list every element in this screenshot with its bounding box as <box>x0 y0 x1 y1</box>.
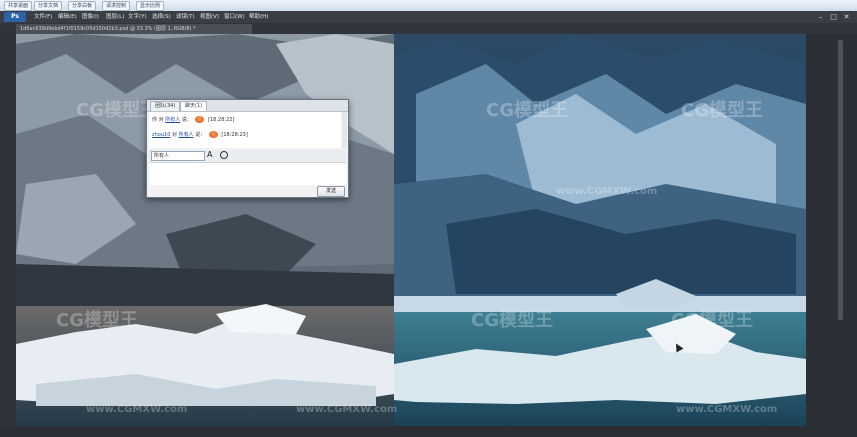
vertical-scrollbar[interactable] <box>838 40 843 320</box>
maximize-icon[interactable]: □ <box>829 13 838 21</box>
emoji-icon <box>208 131 218 138</box>
emoticon-icon[interactable] <box>220 151 228 159</box>
share-desktop-button[interactable]: 共享桌面 <box>4 1 33 11</box>
document-tab[interactable]: 1d6ac638d9ebd4f1f0159c05d150d2b3.psd @ 3… <box>16 24 252 34</box>
watermark-url: www.CGMXW.com <box>676 404 778 415</box>
document-tab-bar: 1d6ac638d9ebd4f1f0159c05d150d2b3.psd @ 3… <box>0 23 857 34</box>
watermark-url: www.CGMXW.com <box>556 186 658 197</box>
message-target-link[interactable]: 所有人 <box>165 117 180 123</box>
message-time: [18:28:22] <box>208 117 235 123</box>
message-time: [18:28:23] <box>221 132 248 138</box>
watermark-logo: CG模型王 <box>486 100 568 121</box>
display-ratio-button[interactable]: 显示比例 <box>136 1 165 11</box>
menu-view[interactable]: 视图(V) <box>200 13 219 21</box>
chat-toolbar: 所有人 A <box>149 150 346 161</box>
message-verb: 对 <box>158 117 164 123</box>
chat-message: zhou10 对 所有人 说： [18:28:23] <box>152 131 248 138</box>
glacier-painting <box>16 34 806 426</box>
menu-filter[interactable]: 滤镜(T) <box>176 13 195 21</box>
menu-type[interactable]: 文字(Y) <box>128 13 147 21</box>
send-button[interactable]: 发送 <box>317 186 345 197</box>
emoji-icon <box>195 116 205 123</box>
share-document-button[interactable]: 分享文档 <box>34 1 63 11</box>
chat-message: 你 对 所有人 说： [18:28:22] <box>152 116 234 123</box>
tab-chat[interactable]: 聊天(1) <box>180 101 208 111</box>
chat-window: 团队(34) 聊天(1) 你 对 所有人 说： [18:28:22] zhou1… <box>146 99 349 198</box>
close-icon[interactable]: ✕ <box>842 13 851 21</box>
chat-tab-bar: 团队(34) 聊天(1) <box>147 100 348 112</box>
tools-panel <box>0 34 16 426</box>
request-control-button[interactable]: 请求控制 <box>102 1 131 11</box>
watermark-url: www.CGMXW.com <box>296 404 398 415</box>
message-text: 说： <box>181 117 192 123</box>
menu-file[interactable]: 文件(F) <box>34 13 52 21</box>
chat-message-input[interactable] <box>149 162 346 185</box>
chat-scrollbar[interactable] <box>342 112 347 148</box>
tab-team[interactable]: 团队(34) <box>150 101 181 111</box>
minimize-icon[interactable]: – <box>816 13 825 21</box>
watermark-logo: CG模型王 <box>56 310 138 331</box>
message-sender-link[interactable]: zhou10 <box>152 132 170 138</box>
watermark-logo: CG模型王 <box>471 310 553 331</box>
recipient-select[interactable]: 所有人 <box>151 151 205 161</box>
watermark-logo: CG模型王 <box>671 310 753 331</box>
share-whiteboard-button[interactable]: 分享白板 <box>68 1 97 11</box>
status-bar <box>0 426 857 437</box>
message-target-link[interactable]: 所有人 <box>179 132 194 138</box>
font-icon[interactable]: A <box>207 150 212 159</box>
menu-window[interactable]: 窗口(W) <box>224 13 245 21</box>
watermark-logo: CG模型王 <box>681 100 763 121</box>
menu-layer[interactable]: 图层(L) <box>106 13 124 21</box>
message-verb: 对 <box>171 132 177 138</box>
right-panel <box>806 34 857 426</box>
menu-help[interactable]: 帮助(H) <box>249 13 268 21</box>
watermark-url: www.CGMXW.com <box>86 404 188 415</box>
menu-select[interactable]: 选择(S) <box>152 13 171 21</box>
message-text: 说： <box>195 132 206 138</box>
menu-edit[interactable]: 编辑(E) <box>58 13 77 21</box>
menu-image[interactable]: 图像(I) <box>82 13 99 21</box>
chat-message-list: 你 对 所有人 说： [18:28:22] zhou10 对 所有人 说： [1… <box>149 112 341 148</box>
document-canvas[interactable]: CG模型王 CG模型王 CG模型王 www.CGMXW.com www.CGMX… <box>16 34 806 426</box>
message-sender: 你 <box>152 117 158 123</box>
photoshop-logo: Ps <box>4 12 26 22</box>
